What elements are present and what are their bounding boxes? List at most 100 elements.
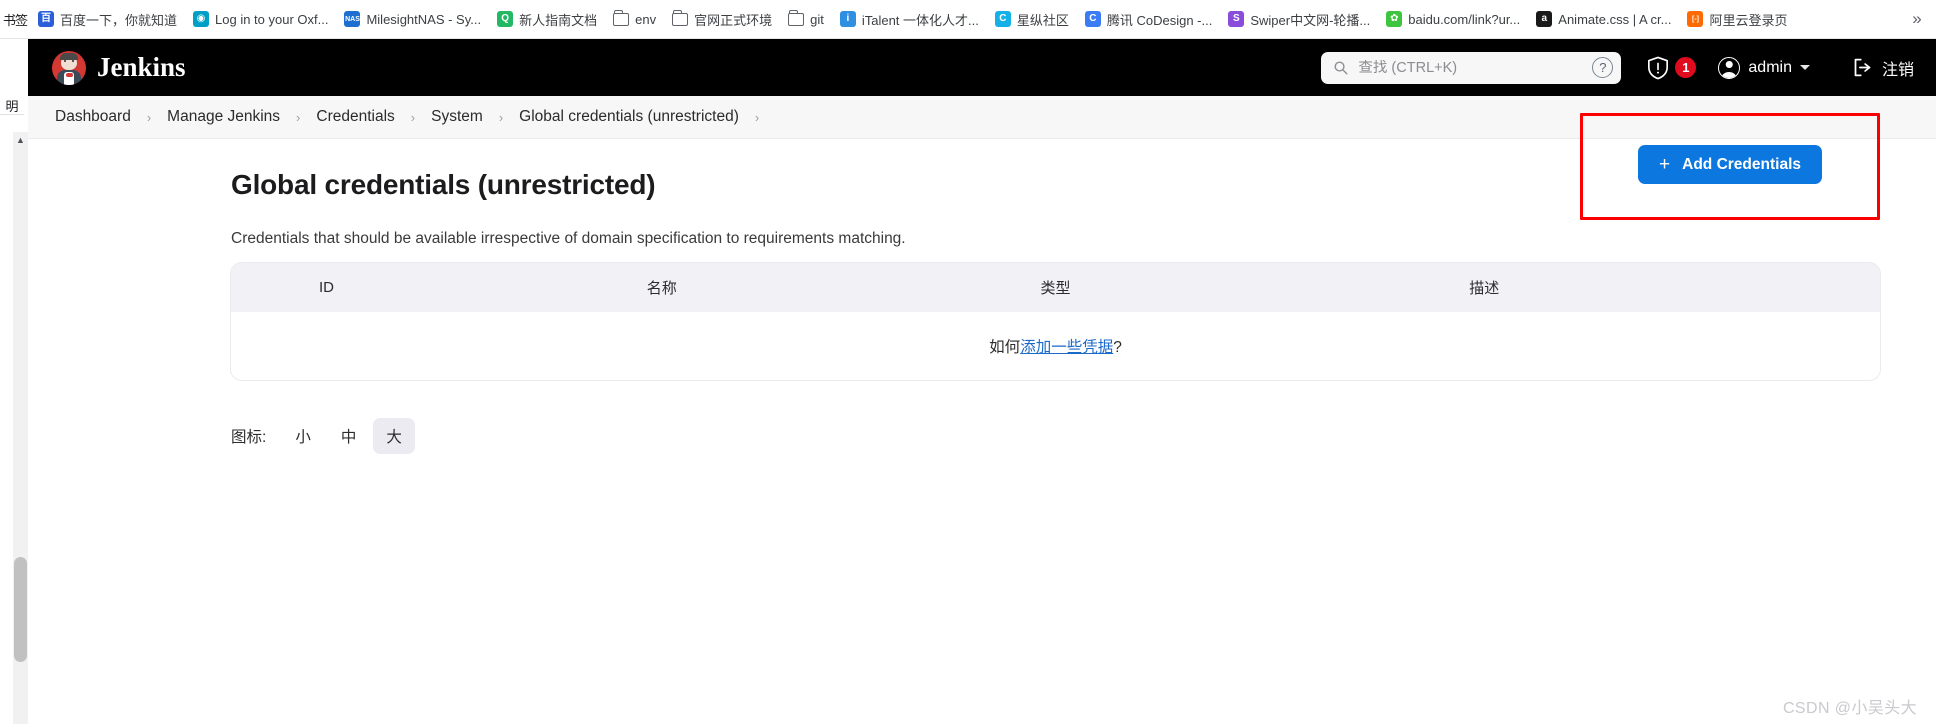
side-strip-divider [0,114,24,115]
user-avatar-icon [1718,56,1741,79]
add-some-credentials-link[interactable]: 添加一些凭据 [1020,339,1113,356]
animate-icon: a [1536,11,1553,27]
icon-size-label: 图标: [231,429,267,446]
column-header-type[interactable]: 类型 [1022,263,1452,312]
page-description: Credentials that should be available irr… [231,230,906,247]
bookmark-label: 星纵社区 [1016,12,1069,28]
bookmark-item[interactable]: S Swiper中文网-轮播... [1220,6,1378,33]
aliyun-icon: [-] [1687,11,1704,27]
bookmark-item[interactable]: i iTalent 一体化人才... [832,6,987,33]
add-credentials-label: Add Credentials [1682,155,1801,173]
bookmark-item[interactable]: NAS MilesightNAS - Sy... [336,7,489,31]
page-scrollbar[interactable]: ▲ [13,132,28,724]
side-panel-label: 明 [5,99,19,114]
scrollbar-thumb[interactable] [14,557,27,662]
folder-icon [672,9,689,26]
bookmark-label: Animate.css | A cr... [1558,11,1672,27]
plus-icon: + [1659,154,1671,175]
bookmark-label: iTalent 一体化人才... [861,12,979,28]
bookmark-item[interactable]: git [780,8,832,31]
security-alert-button[interactable]: 1 [1647,56,1697,80]
bookmark-label: git [810,11,824,27]
bookmark-label: MilesightNAS - Sy... [366,11,482,27]
icon-size-option-medium[interactable]: 中 [328,418,370,454]
credentials-table-body: 如何添加一些凭据? [231,312,1880,380]
credentials-table-head: ID 名称 类型 描述 [231,263,1880,312]
table-header-row: ID 名称 类型 描述 [231,263,1880,312]
shield-warning-icon [1648,56,1669,79]
empty-state-prefix: 如何 [989,339,1021,356]
bookmark-item[interactable]: 官网正式环境 [664,6,780,33]
table-empty-row: 如何添加一些凭据? [231,312,1880,380]
user-menu-button[interactable]: admin [1718,56,1810,79]
chevron-down-icon [1799,65,1810,70]
breadcrumb-item-system[interactable]: System [424,105,490,129]
bookmarks-overflow-icon[interactable]: » [1906,9,1936,29]
jenkins-butler-logo [52,50,86,85]
milesight-icon: NAS [344,11,361,27]
italent-icon: i [839,11,856,27]
codesign-icon: C [1084,11,1101,27]
breadcrumb-separator-icon: › [146,109,152,125]
bookmark-label: 官网正式环境 [694,12,773,28]
empty-state-cell: 如何添加一些凭据? [231,312,1880,380]
icon-size-option-small[interactable]: 小 [282,418,324,454]
yuque-icon: Q [497,11,514,27]
user-name-label: admin [1748,58,1792,76]
folder-icon [613,9,630,26]
breadcrumb-item-dashboard[interactable]: Dashboard [48,105,138,129]
header-icon-group: 1 admin 注销 [1647,56,1936,80]
add-credentials-button[interactable]: + Add Credentials [1638,145,1822,184]
jenkins-header: Jenkins ? 1 [28,39,1936,96]
swiper-icon: S [1228,11,1245,27]
bookmark-item[interactable]: C 星纵社区 [987,6,1077,33]
bookmark-item[interactable]: C 腾讯 CoDesign -... [1077,6,1220,33]
breadcrumb-item-manage-jenkins[interactable]: Manage Jenkins [160,105,287,129]
main-content: + Add Credentials Global credentials (un… [28,113,1936,724]
column-header-description[interactable]: 描述 [1451,263,1880,312]
add-credentials-area: + Add Credentials [1580,113,1880,220]
bookmark-label: env [635,11,657,27]
scrollbar-up-arrow-icon[interactable]: ▲ [13,132,28,147]
baidu-icon: 百 [38,11,54,27]
bookmark-item[interactable]: 百百度一下，你就知道 [30,6,185,33]
bookmark-item[interactable]: env [605,8,664,31]
bookmark-item[interactable]: Q 新人指南文档 [489,6,605,33]
bookmark-label: 腾讯 CoDesign -... [1106,12,1213,28]
bookmarks-label: 书签 [2,12,28,28]
bookmark-label: 新人指南文档 [519,12,598,28]
bookmark-label: Log in to your Oxf... [215,11,329,27]
search-input[interactable] [1358,59,1583,76]
community-icon: C [994,11,1011,27]
jenkins-brand-link[interactable]: Jenkins [52,50,186,85]
icon-size-selector: 图标: 小 中 大 [231,418,1936,454]
browser-bookmark-bar: 书签 百百度一下，你就知道 ◉ Log in to your Oxf... NAS Mi… [0,0,1936,39]
credentials-table-wrapper: ID 名称 类型 描述 如何添加一些凭据? [231,263,1880,380]
help-question-icon[interactable]: ? [1592,57,1614,78]
search-icon [1334,61,1348,75]
bookmark-label: 阿里云登录页 [1709,12,1788,28]
breadcrumb-item-global-credentials-unrestricted[interactable]: Global credentials (unrestricted) [512,105,746,129]
icon-size-option-large[interactable]: 大 [373,418,415,454]
breadcrumb-separator-icon: › [498,109,504,125]
search-box[interactable]: ? [1321,51,1622,84]
breadcrumb-separator-icon: › [754,109,760,125]
breadcrumb-item-credentials[interactable]: Credentials [309,105,401,129]
baidu-link-icon: ✿ [1386,11,1403,27]
breadcrumb-separator-icon: › [296,109,301,125]
bookmark-label: Swiper中文网-轮播... [1250,12,1371,28]
column-header-id[interactable]: ID [231,263,627,312]
oxford-icon: ◉ [193,11,210,27]
bookmark-item[interactable]: ◉ Log in to your Oxf... [185,7,336,31]
bookmark-item[interactable]: ✿ baidu.com/link?ur... [1378,7,1528,31]
bookmark-item[interactable]: [-] 阿里云登录页 [1679,6,1795,33]
logout-label: 注销 [1881,61,1914,79]
bookmark-label: baidu.com/link?ur... [1408,11,1521,27]
bookmark-item[interactable]: a Animate.css | A cr... [1528,7,1679,31]
logout-button[interactable]: 注销 [1852,56,1914,80]
jenkins-brand-title: Jenkins [97,52,186,82]
logout-arrow-icon [1854,58,1871,77]
column-header-name[interactable]: 名称 [626,263,1023,312]
security-alert-badge: 1 [1675,57,1697,78]
jenkins-app: Jenkins ? 1 [28,39,1936,724]
